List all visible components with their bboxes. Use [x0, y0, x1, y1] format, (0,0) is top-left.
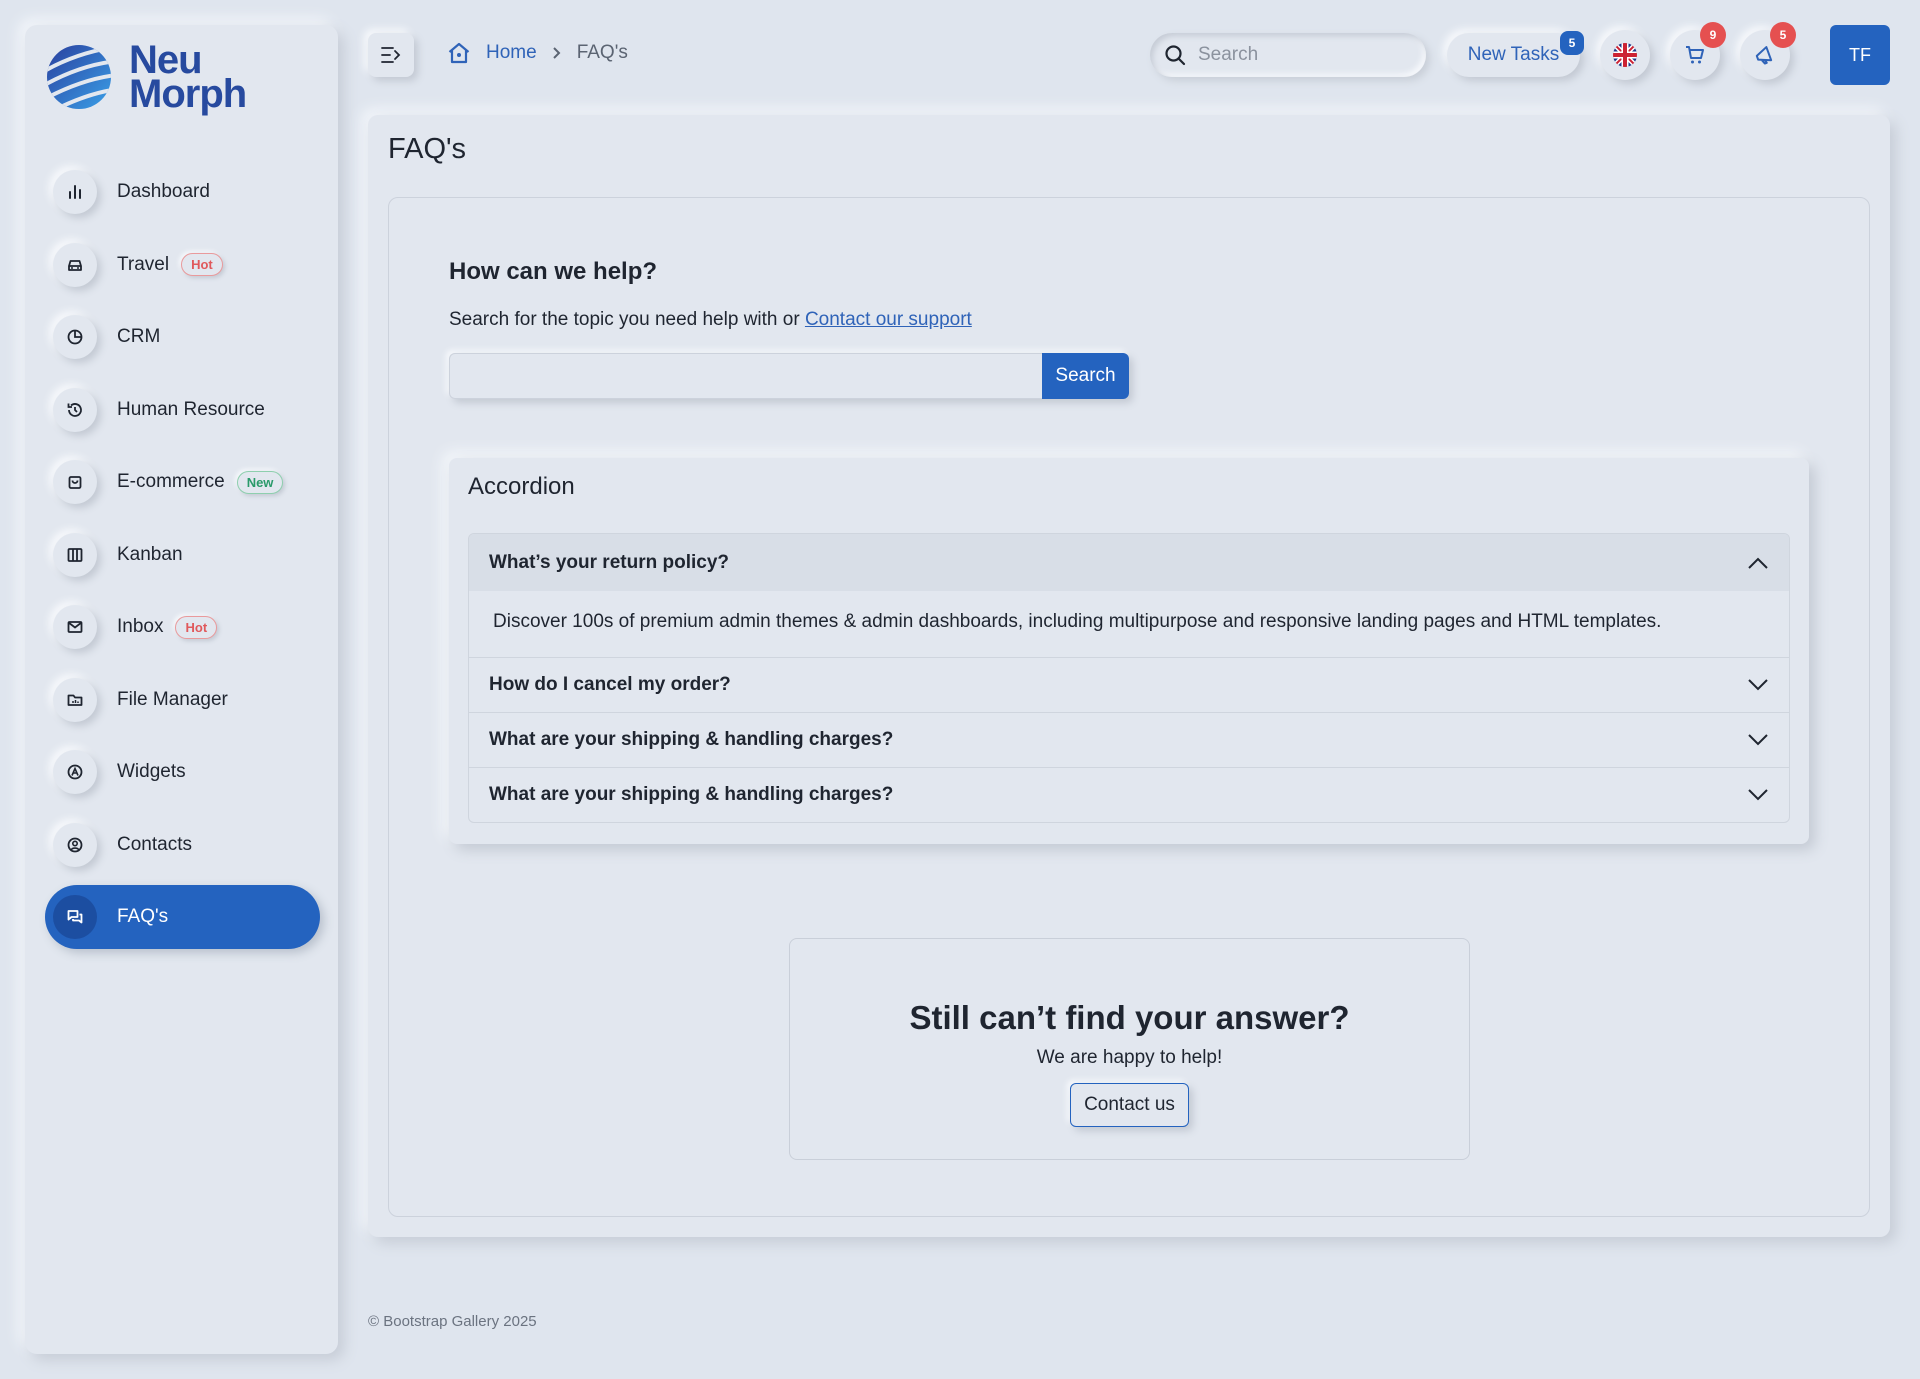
sidebar-item-ecommerce[interactable]: E-commerce New	[45, 450, 320, 514]
sidebar-item-file-manager[interactable]: File Manager	[45, 668, 320, 732]
tasks-count-badge: 5	[1560, 31, 1584, 55]
sidebar-item-label: Kanban	[117, 543, 183, 565]
bar-chart-icon	[53, 170, 97, 214]
columns-icon	[53, 532, 97, 577]
sidebar-item-dashboard[interactable]: Dashboard	[45, 160, 320, 224]
cart-icon	[1686, 46, 1704, 64]
new-tasks-button[interactable]: New Tasks 5	[1447, 31, 1584, 77]
contact-support-link[interactable]: Contact our support	[805, 309, 972, 330]
header-search-input[interactable]	[1198, 44, 1398, 66]
accordion-item: What’s your return policy? Discover 100s…	[469, 534, 1789, 657]
folder-icon	[53, 677, 97, 722]
widgets-icon	[53, 750, 97, 794]
accordion-answer: Discover 100s of premium admin themes & …	[493, 611, 1662, 632]
accordion-item: How do I cancel my order?	[469, 657, 1789, 712]
sidebar-item-kanban[interactable]: Kanban	[45, 523, 320, 587]
sidebar-item-inbox[interactable]: Inbox Hot	[45, 595, 320, 659]
history-icon	[53, 387, 97, 432]
accordion-item: What are your shipping & handling charge…	[469, 767, 1789, 822]
logo-icon	[47, 45, 111, 109]
bag-icon	[53, 460, 97, 504]
new-tasks-label: New Tasks	[1467, 44, 1560, 65]
uk-flag-icon	[1613, 43, 1637, 67]
chevron-down-icon	[1748, 679, 1768, 691]
accordion-header[interactable]: How do I cancel my order?	[469, 657, 1789, 712]
chat-icon	[53, 895, 97, 939]
sidebar: Neu Morph Dashboard Travel Hot CRM Human…	[25, 25, 338, 1354]
sidebar-item-label: Dashboard	[117, 181, 210, 202]
cart-count-badge: 9	[1700, 22, 1726, 48]
mail-icon	[53, 605, 97, 649]
sidebar-item-label: E-commerce	[117, 471, 225, 492]
help-subtitle-text: Search for the topic you need help with …	[449, 309, 800, 330]
breadcrumb: Home FAQ's	[446, 40, 628, 66]
sidebar-item-label: CRM	[117, 326, 161, 347]
faq-panel: How can we help? Search for the topic yo…	[388, 197, 1870, 1217]
breadcrumb-home-link[interactable]: Home	[486, 42, 537, 64]
accordion-question: What’s your return policy?	[489, 551, 729, 573]
sidebar-item-label: Contacts	[117, 833, 192, 855]
accordion-item: What are your shipping & handling charge…	[469, 712, 1789, 767]
hot-badge: Hot	[181, 253, 223, 276]
sidebar-item-label: Inbox	[117, 616, 164, 637]
hot-badge: Hot	[175, 615, 218, 639]
accordion-card: Accordion What’s your return policy? Dis…	[449, 458, 1809, 844]
faq-search-button[interactable]: Search	[1042, 353, 1129, 399]
main-card: FAQ's How can we help? Search for the to…	[368, 115, 1890, 1237]
language-button[interactable]	[1600, 30, 1650, 80]
help-title: How can we help?	[449, 258, 658, 285]
chevron-down-icon	[1748, 789, 1768, 801]
accordion-header[interactable]: What are your shipping & handling charge…	[469, 712, 1789, 767]
notifications-count-badge: 5	[1770, 22, 1796, 48]
accordion-title: Accordion	[468, 473, 575, 500]
menu-collapse-icon	[381, 47, 401, 63]
footer: © Bootstrap Gallery 2025	[368, 1313, 537, 1330]
sidebar-item-label: FAQ's	[117, 906, 169, 927]
user-circle-icon	[53, 822, 97, 867]
faq-search: Search	[449, 353, 1129, 399]
accordion: What’s your return policy? Discover 100s…	[468, 533, 1790, 823]
menu-toggle-button[interactable]	[368, 33, 414, 77]
notifications-button[interactable]: 5	[1740, 22, 1796, 80]
chevron-up-icon	[1748, 557, 1768, 569]
accordion-header[interactable]: What are your shipping & handling charge…	[469, 767, 1789, 822]
megaphone-icon	[1755, 46, 1773, 65]
header-search[interactable]	[1150, 33, 1426, 77]
accordion-question: How do I cancel my order?	[489, 674, 731, 695]
cart-button[interactable]: 9	[1670, 22, 1726, 80]
cta-subtitle: We are happy to help!	[1036, 1047, 1223, 1068]
chevron-right-icon	[552, 47, 561, 59]
chevron-down-icon	[1748, 734, 1768, 746]
accordion-question: What are your shipping & handling charge…	[489, 784, 894, 805]
pie-chart-icon	[53, 315, 97, 359]
page-title: FAQ's	[388, 133, 467, 165]
accordion-header[interactable]: What’s your return policy?	[469, 534, 1789, 591]
sidebar-item-label: Widgets	[117, 761, 186, 782]
sidebar-item-widgets[interactable]: Widgets	[45, 740, 320, 804]
sidebar-item-label: Travel	[117, 253, 170, 275]
faq-search-input[interactable]	[449, 353, 1042, 399]
brand-logo[interactable]: Neu Morph	[45, 40, 247, 116]
breadcrumb-current: FAQ's	[576, 42, 628, 63]
accordion-question: What are your shipping & handling charge…	[489, 729, 894, 750]
sidebar-item-label: File Manager	[117, 688, 228, 710]
car-icon	[53, 242, 97, 287]
help-subtitle: Search for the topic you need help with …	[449, 309, 972, 331]
sidebar-item-travel[interactable]: Travel Hot	[45, 233, 320, 297]
contact-us-button[interactable]: Contact us	[1070, 1083, 1189, 1127]
cta-title: Still can’t find your answer?	[909, 999, 1350, 1036]
search-icon	[1165, 45, 1186, 66]
sidebar-item-human-resource[interactable]: Human Resource	[45, 378, 320, 442]
sidebar-item-faqs[interactable]: FAQ's	[45, 885, 320, 949]
home-icon[interactable]	[446, 40, 472, 66]
brand-name: Neu Morph	[129, 40, 247, 116]
sidebar-nav: Dashboard Travel Hot CRM Human Resource	[45, 160, 320, 958]
sidebar-item-label: Human Resource	[117, 398, 265, 420]
sidebar-item-crm[interactable]: CRM	[45, 305, 320, 369]
user-avatar[interactable]: TF	[1830, 25, 1890, 85]
new-badge: New	[236, 470, 284, 494]
contact-cta: Still can’t find your answer? We are hap…	[789, 938, 1470, 1160]
sidebar-item-contacts[interactable]: Contacts	[45, 813, 320, 877]
brand-line-2: Morph	[129, 72, 247, 116]
